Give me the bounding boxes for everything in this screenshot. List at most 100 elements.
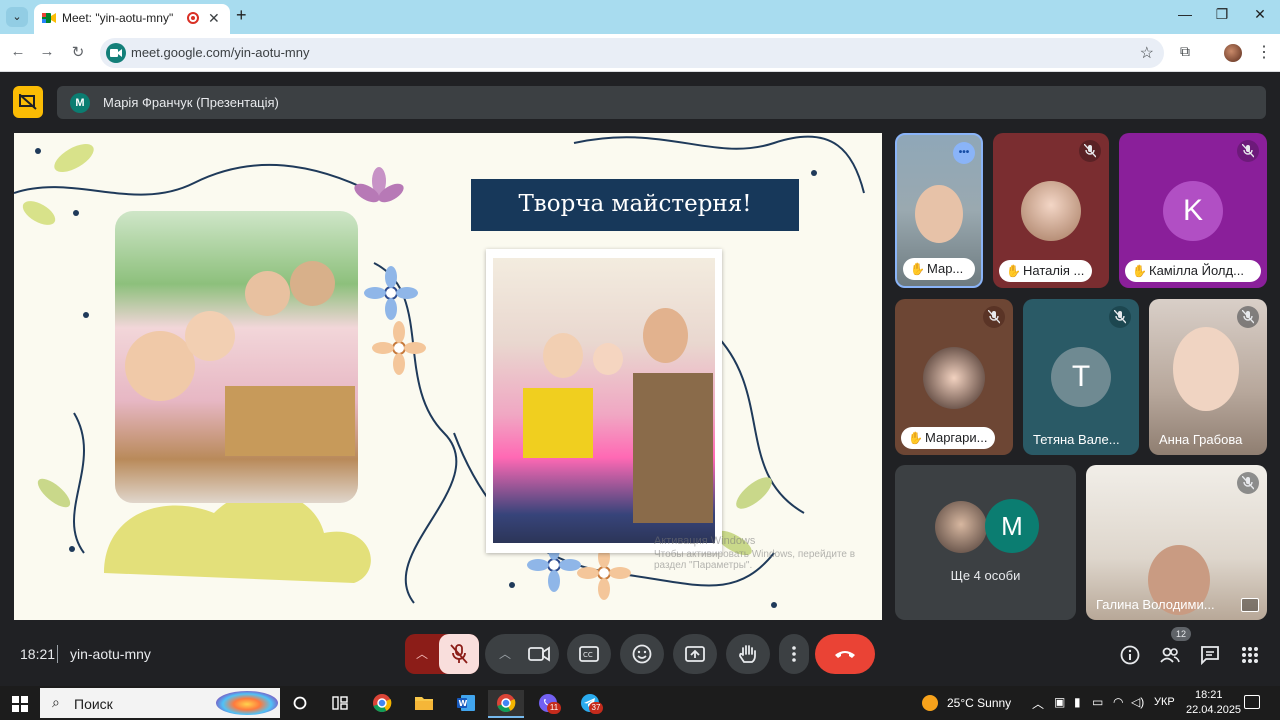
microphone-toggle-button[interactable]	[439, 634, 479, 674]
picture-in-picture-icon[interactable]	[1241, 598, 1259, 612]
participant-tile-5[interactable]: T Тетяна Вале...	[1023, 299, 1139, 455]
people-button[interactable]	[1159, 644, 1181, 666]
clock-date[interactable]: 22.04.2025	[1186, 704, 1241, 716]
chat-button[interactable]	[1199, 644, 1221, 666]
taskbar-search[interactable]: ⌕ Поиск	[40, 688, 280, 718]
windows-activation-title: Активация Windows	[654, 535, 756, 547]
participant-tile-8[interactable]: Галина Володими...	[1086, 465, 1267, 620]
more-vert-icon	[792, 646, 796, 662]
maximize-icon[interactable]: ❐	[1212, 6, 1232, 23]
slide-title: Творча майстерня!	[518, 191, 752, 217]
children-photo	[115, 211, 358, 503]
emoji-icon	[632, 644, 652, 664]
captions-button[interactable]: CC	[567, 634, 611, 674]
back-icon[interactable]: ←	[8, 43, 28, 60]
meet-tray-icon[interactable]: ▣	[1054, 695, 1065, 709]
browser-menu-icon[interactable]: ⋮	[1256, 42, 1272, 62]
mic-off-icon	[450, 644, 468, 664]
present-screen-icon	[685, 646, 705, 662]
weather-sun-icon[interactable]	[922, 695, 938, 711]
audio-options-button[interactable]: ︿	[405, 634, 439, 674]
raised-hand-icon: ✋	[1006, 264, 1021, 278]
participant-avatar	[1021, 181, 1081, 241]
mic-off-icon	[983, 306, 1005, 328]
battery-icon[interactable]: ▭	[1092, 695, 1103, 709]
tab-close-icon[interactable]: ✕	[208, 10, 220, 27]
more-participants-label: Ще 4 особи	[950, 568, 1021, 583]
windows-taskbar: ⌕ Поиск W 11 37 25°C Sunny ︿ ▣ ▮ ▭ ◠ ◁) …	[0, 686, 1280, 720]
extensions-icon[interactable]: ⧉	[1180, 43, 1190, 60]
profile-avatar[interactable]	[1224, 44, 1242, 62]
tab-search-button[interactable]: ⌄	[6, 7, 28, 27]
viber-icon[interactable]: 11	[530, 690, 566, 718]
audio-controls: ︿	[405, 634, 479, 674]
divider	[57, 645, 58, 663]
more-options-button[interactable]	[779, 634, 809, 674]
tray-overflow-icon[interactable]: ︿	[1032, 695, 1044, 712]
viber-badge: 11	[547, 702, 561, 714]
end-call-icon	[835, 651, 855, 658]
minimize-icon[interactable]: —	[1175, 6, 1195, 22]
participant-tile-4[interactable]: ✋ Маргари...	[895, 299, 1013, 455]
new-tab-button[interactable]: +	[236, 5, 247, 26]
participant-tile-2[interactable]: ✋ Наталія ...	[993, 133, 1109, 288]
chrome-active-window-icon[interactable]	[488, 690, 524, 718]
participant-name: Маргари...	[925, 430, 988, 445]
mic-off-icon	[1237, 140, 1259, 162]
video-controls: ︿	[485, 634, 559, 674]
cortana-icon[interactable]	[282, 690, 318, 718]
weather-text[interactable]: 25°C Sunny	[947, 696, 1011, 710]
more-participants-tile[interactable]: M Ще 4 особи	[895, 465, 1076, 620]
file-explorer-icon[interactable]	[406, 690, 442, 718]
leave-call-button[interactable]	[815, 634, 875, 674]
camera-toggle-button[interactable]	[519, 634, 559, 674]
mic-off-icon	[1109, 306, 1131, 328]
raised-hand-icon: ✋	[1132, 264, 1147, 278]
clock-time[interactable]: 18:21	[1195, 689, 1223, 701]
mic-off-icon	[1237, 306, 1259, 328]
reload-icon[interactable]: ↻	[68, 43, 88, 61]
search-highlight-icon	[216, 691, 278, 715]
forward-icon[interactable]: →	[37, 43, 57, 60]
participant-name-pill: ✋ Наталія ...	[999, 260, 1093, 282]
stop-presenting-icon[interactable]	[13, 86, 43, 118]
presenter-name: Марія Франчук (Презентація)	[103, 95, 279, 110]
people-icon	[1160, 647, 1180, 663]
windows-start-icon[interactable]	[12, 696, 28, 712]
raise-hand-button[interactable]	[726, 634, 770, 674]
family-photo	[486, 249, 722, 553]
word-icon[interactable]: W	[448, 690, 484, 718]
participant-name: Галина Володими...	[1096, 597, 1215, 612]
participant-tile-3[interactable]: K ✋ Камілла Йолд...	[1119, 133, 1267, 288]
wifi-icon[interactable]: ◠	[1113, 695, 1123, 709]
tab-title: Meet: "yin-aotu-mny"	[62, 11, 174, 25]
address-bar[interactable]: meet.google.com/yin-aotu-mny ☆	[100, 38, 1164, 68]
captions-icon: CC	[579, 646, 599, 662]
participant-tile-1[interactable]: ••• ✋ Мар...	[895, 133, 983, 288]
volume-icon[interactable]: ◁)	[1131, 695, 1144, 709]
browser-tab[interactable]: Meet: "yin-aotu-mny" ✕	[34, 4, 230, 34]
video-options-button[interactable]: ︿	[495, 634, 515, 674]
meeting-details-button[interactable]	[1119, 644, 1141, 666]
chrome-taskbar-icon[interactable]	[364, 690, 400, 718]
activities-button[interactable]	[1239, 644, 1261, 666]
task-view-icon[interactable]	[322, 690, 358, 718]
svg-text:CC: CC	[583, 651, 593, 659]
browser-tab-bar: ⌄ Meet: "yin-aotu-mny" ✕ + — ❐ ✕	[0, 0, 1280, 34]
telegram-icon[interactable]: 37	[572, 690, 608, 718]
window-close-icon[interactable]: ✕	[1250, 6, 1270, 23]
present-screen-button[interactable]	[673, 634, 717, 674]
participant-letter-avatar: K	[1163, 181, 1223, 241]
reactions-button[interactable]	[620, 634, 664, 674]
info-icon	[1120, 645, 1140, 665]
participant-name: Тетяна Вале...	[1033, 432, 1120, 447]
language-indicator[interactable]: УКР	[1154, 696, 1175, 708]
usb-icon[interactable]: ▮	[1074, 695, 1081, 709]
bookmark-star-icon[interactable]: ☆	[1140, 43, 1154, 63]
participant-letter-avatar: T	[1051, 347, 1111, 407]
site-info-icon[interactable]	[106, 43, 126, 63]
participant-name-pill: ✋ Маргари...	[901, 427, 996, 449]
chat-icon	[1201, 646, 1219, 666]
participant-tile-6[interactable]: Анна Грабова	[1149, 299, 1267, 455]
notifications-icon[interactable]	[1244, 695, 1260, 709]
